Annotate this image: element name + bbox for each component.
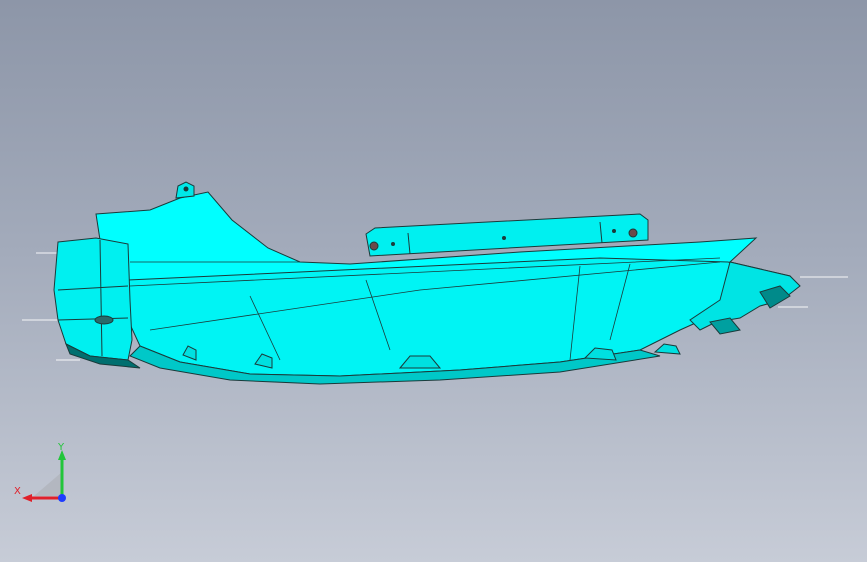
z-axis-dot bbox=[58, 494, 66, 502]
x-axis-label: X bbox=[14, 486, 21, 497]
3d-model-view[interactable] bbox=[0, 0, 867, 562]
cad-graphics-viewport[interactable]: Y X bbox=[0, 0, 867, 562]
y-axis-label: Y bbox=[58, 442, 65, 453]
triad-plane bbox=[34, 472, 62, 496]
axis-triad: Y X bbox=[14, 440, 74, 510]
part-body bbox=[53, 181, 801, 385]
